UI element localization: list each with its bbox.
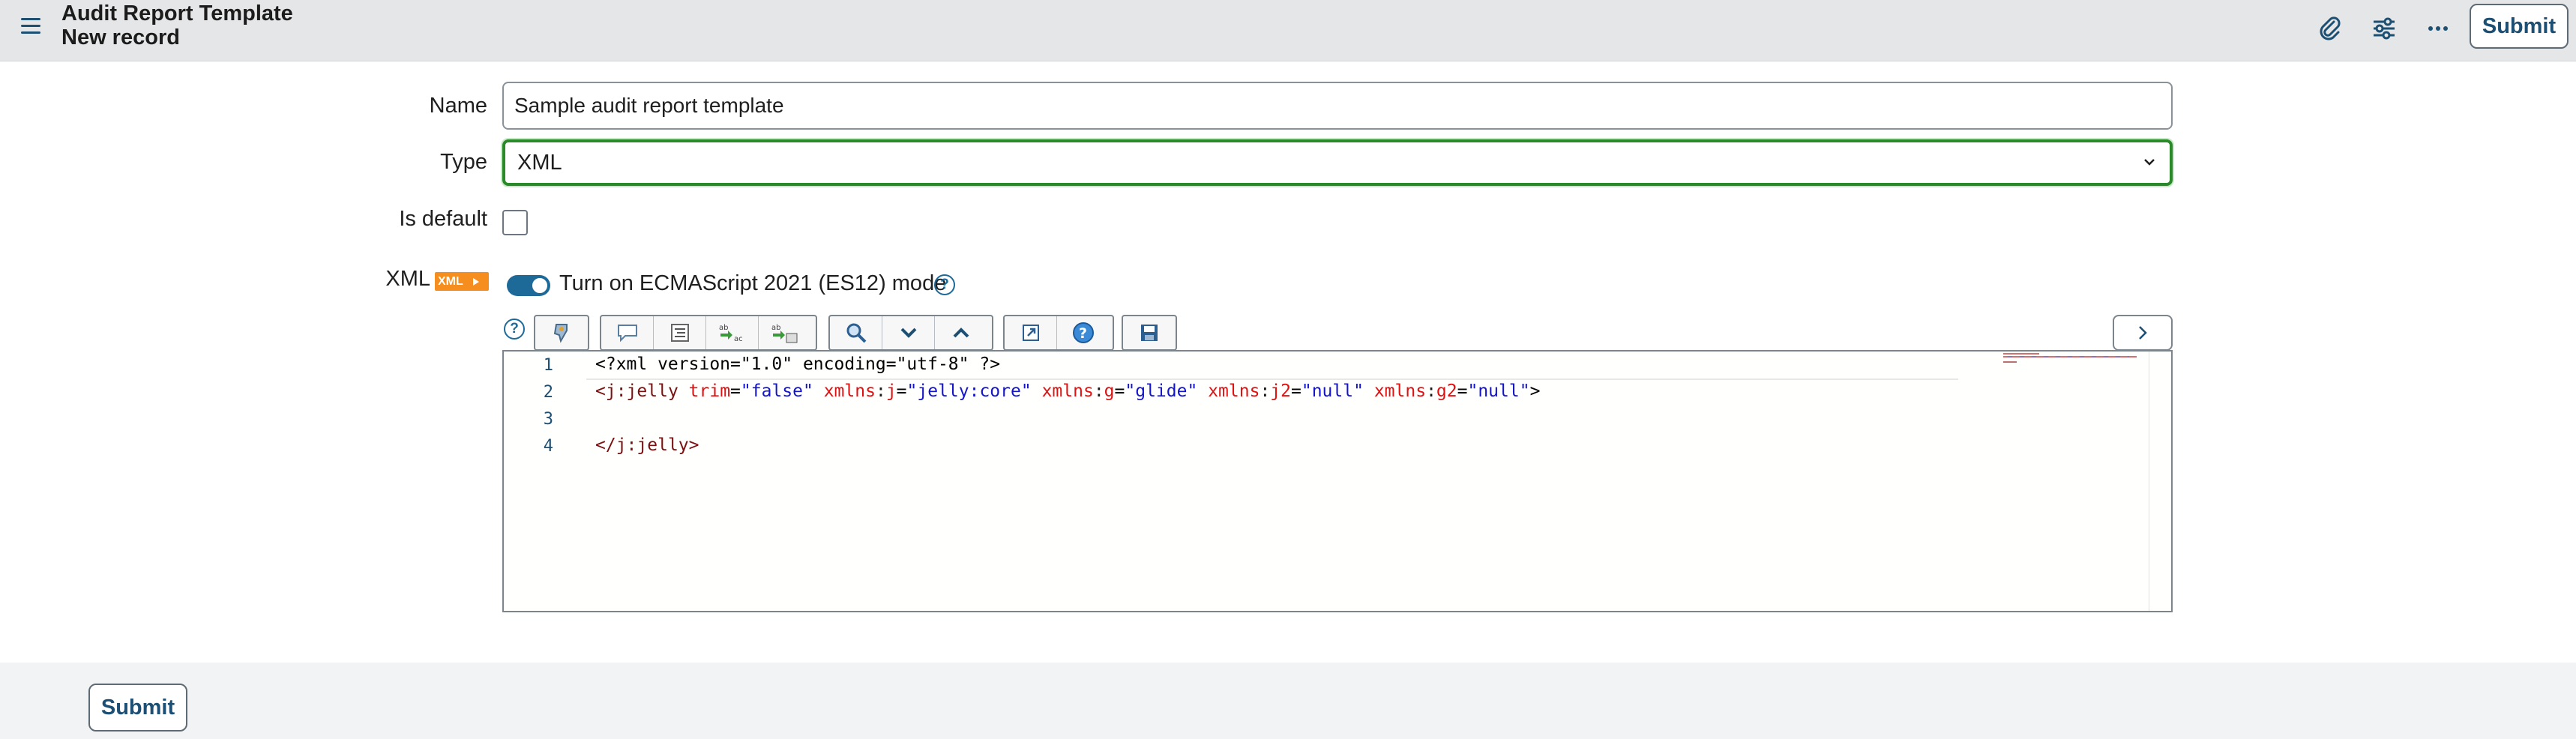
es12-help-icon[interactable]: ?	[934, 274, 955, 295]
is-default-label: Is default	[399, 207, 487, 231]
is-default-checkbox[interactable]	[502, 210, 528, 235]
sliders-icon[interactable]	[2368, 12, 2401, 45]
expand-panel-icon[interactable]	[2113, 315, 2173, 351]
replace-icon[interactable]: ab ac	[706, 316, 759, 349]
type-select[interactable]: XML	[502, 139, 2173, 186]
svg-text:ac: ac	[734, 335, 743, 343]
header-titles: Audit Report Template New record	[61, 1, 293, 49]
form-footer	[0, 663, 2576, 739]
format-code-icon[interactable]	[535, 316, 588, 349]
es12-toggle[interactable]	[507, 275, 550, 296]
line-number: 3	[543, 410, 553, 429]
svg-text:ab: ab	[719, 324, 728, 332]
toolbar-group-view: ?	[1003, 315, 1114, 351]
code-line-2: <j:jelly trim="false" xmlns:j="jelly:cor…	[595, 381, 1541, 401]
help-icon[interactable]: ?	[1057, 316, 1110, 349]
type-select-value: XML	[517, 150, 562, 175]
more-icon[interactable]	[2422, 12, 2455, 45]
svg-text:?: ?	[1079, 325, 1087, 342]
toolbar-group-edit: ab ac ab	[600, 315, 817, 351]
find-next-icon[interactable]	[882, 316, 935, 349]
save-icon[interactable]	[1123, 316, 1176, 349]
play-icon	[472, 277, 479, 286]
line-number: 2	[543, 383, 553, 402]
editor-scrollbar[interactable]	[2149, 352, 2171, 611]
form-header: Audit Report Template New record Submit	[0, 0, 2576, 61]
toolbar-group-save	[1122, 315, 1177, 351]
comment-icon[interactable]	[601, 316, 654, 349]
search-icon[interactable]	[830, 316, 882, 349]
toolbar-group-search	[828, 315, 993, 351]
code-minimap[interactable]	[2002, 352, 2144, 374]
toolbar-group-format	[534, 315, 589, 351]
name-input[interactable]	[502, 82, 2173, 130]
code-line-4: </j:jelly>	[595, 435, 699, 455]
chevron-down-icon	[2141, 151, 2158, 176]
name-label: Name	[429, 94, 487, 118]
line-number: 4	[543, 437, 553, 456]
replace-all-icon[interactable]: ab	[759, 316, 811, 349]
xml-badge-text: XML	[438, 274, 463, 288]
page-subtitle: New record	[61, 25, 180, 49]
xml-label: XML	[385, 267, 430, 291]
svg-text:ab: ab	[771, 324, 780, 332]
menu-icon[interactable]	[21, 18, 40, 36]
xml-badge: XML	[435, 272, 489, 291]
code-line-1: <?xml version="1.0" encoding="utf-8" ?>	[595, 355, 1001, 374]
outline-icon[interactable]	[654, 316, 706, 349]
footer-submit-button[interactable]: Submit	[88, 684, 187, 732]
find-previous-icon[interactable]	[935, 316, 987, 349]
type-label: Type	[440, 150, 487, 174]
page-title: Audit Report Template	[61, 1, 293, 25]
fullscreen-icon[interactable]	[1005, 316, 1057, 349]
xml-code-editor[interactable]: 1 2 3 4 <?xml version="1.0" encoding="ut…	[502, 350, 2173, 612]
line-number: 1	[543, 356, 553, 375]
header-submit-button[interactable]: Submit	[2470, 4, 2569, 49]
line-gutter: 1 2 3 4	[504, 352, 564, 611]
es12-toggle-label: Turn on ECMAScript 2021 (ES12) mode	[559, 271, 947, 295]
editor-help-icon[interactable]: ?	[504, 319, 525, 340]
paperclip-icon[interactable]	[2314, 12, 2347, 45]
